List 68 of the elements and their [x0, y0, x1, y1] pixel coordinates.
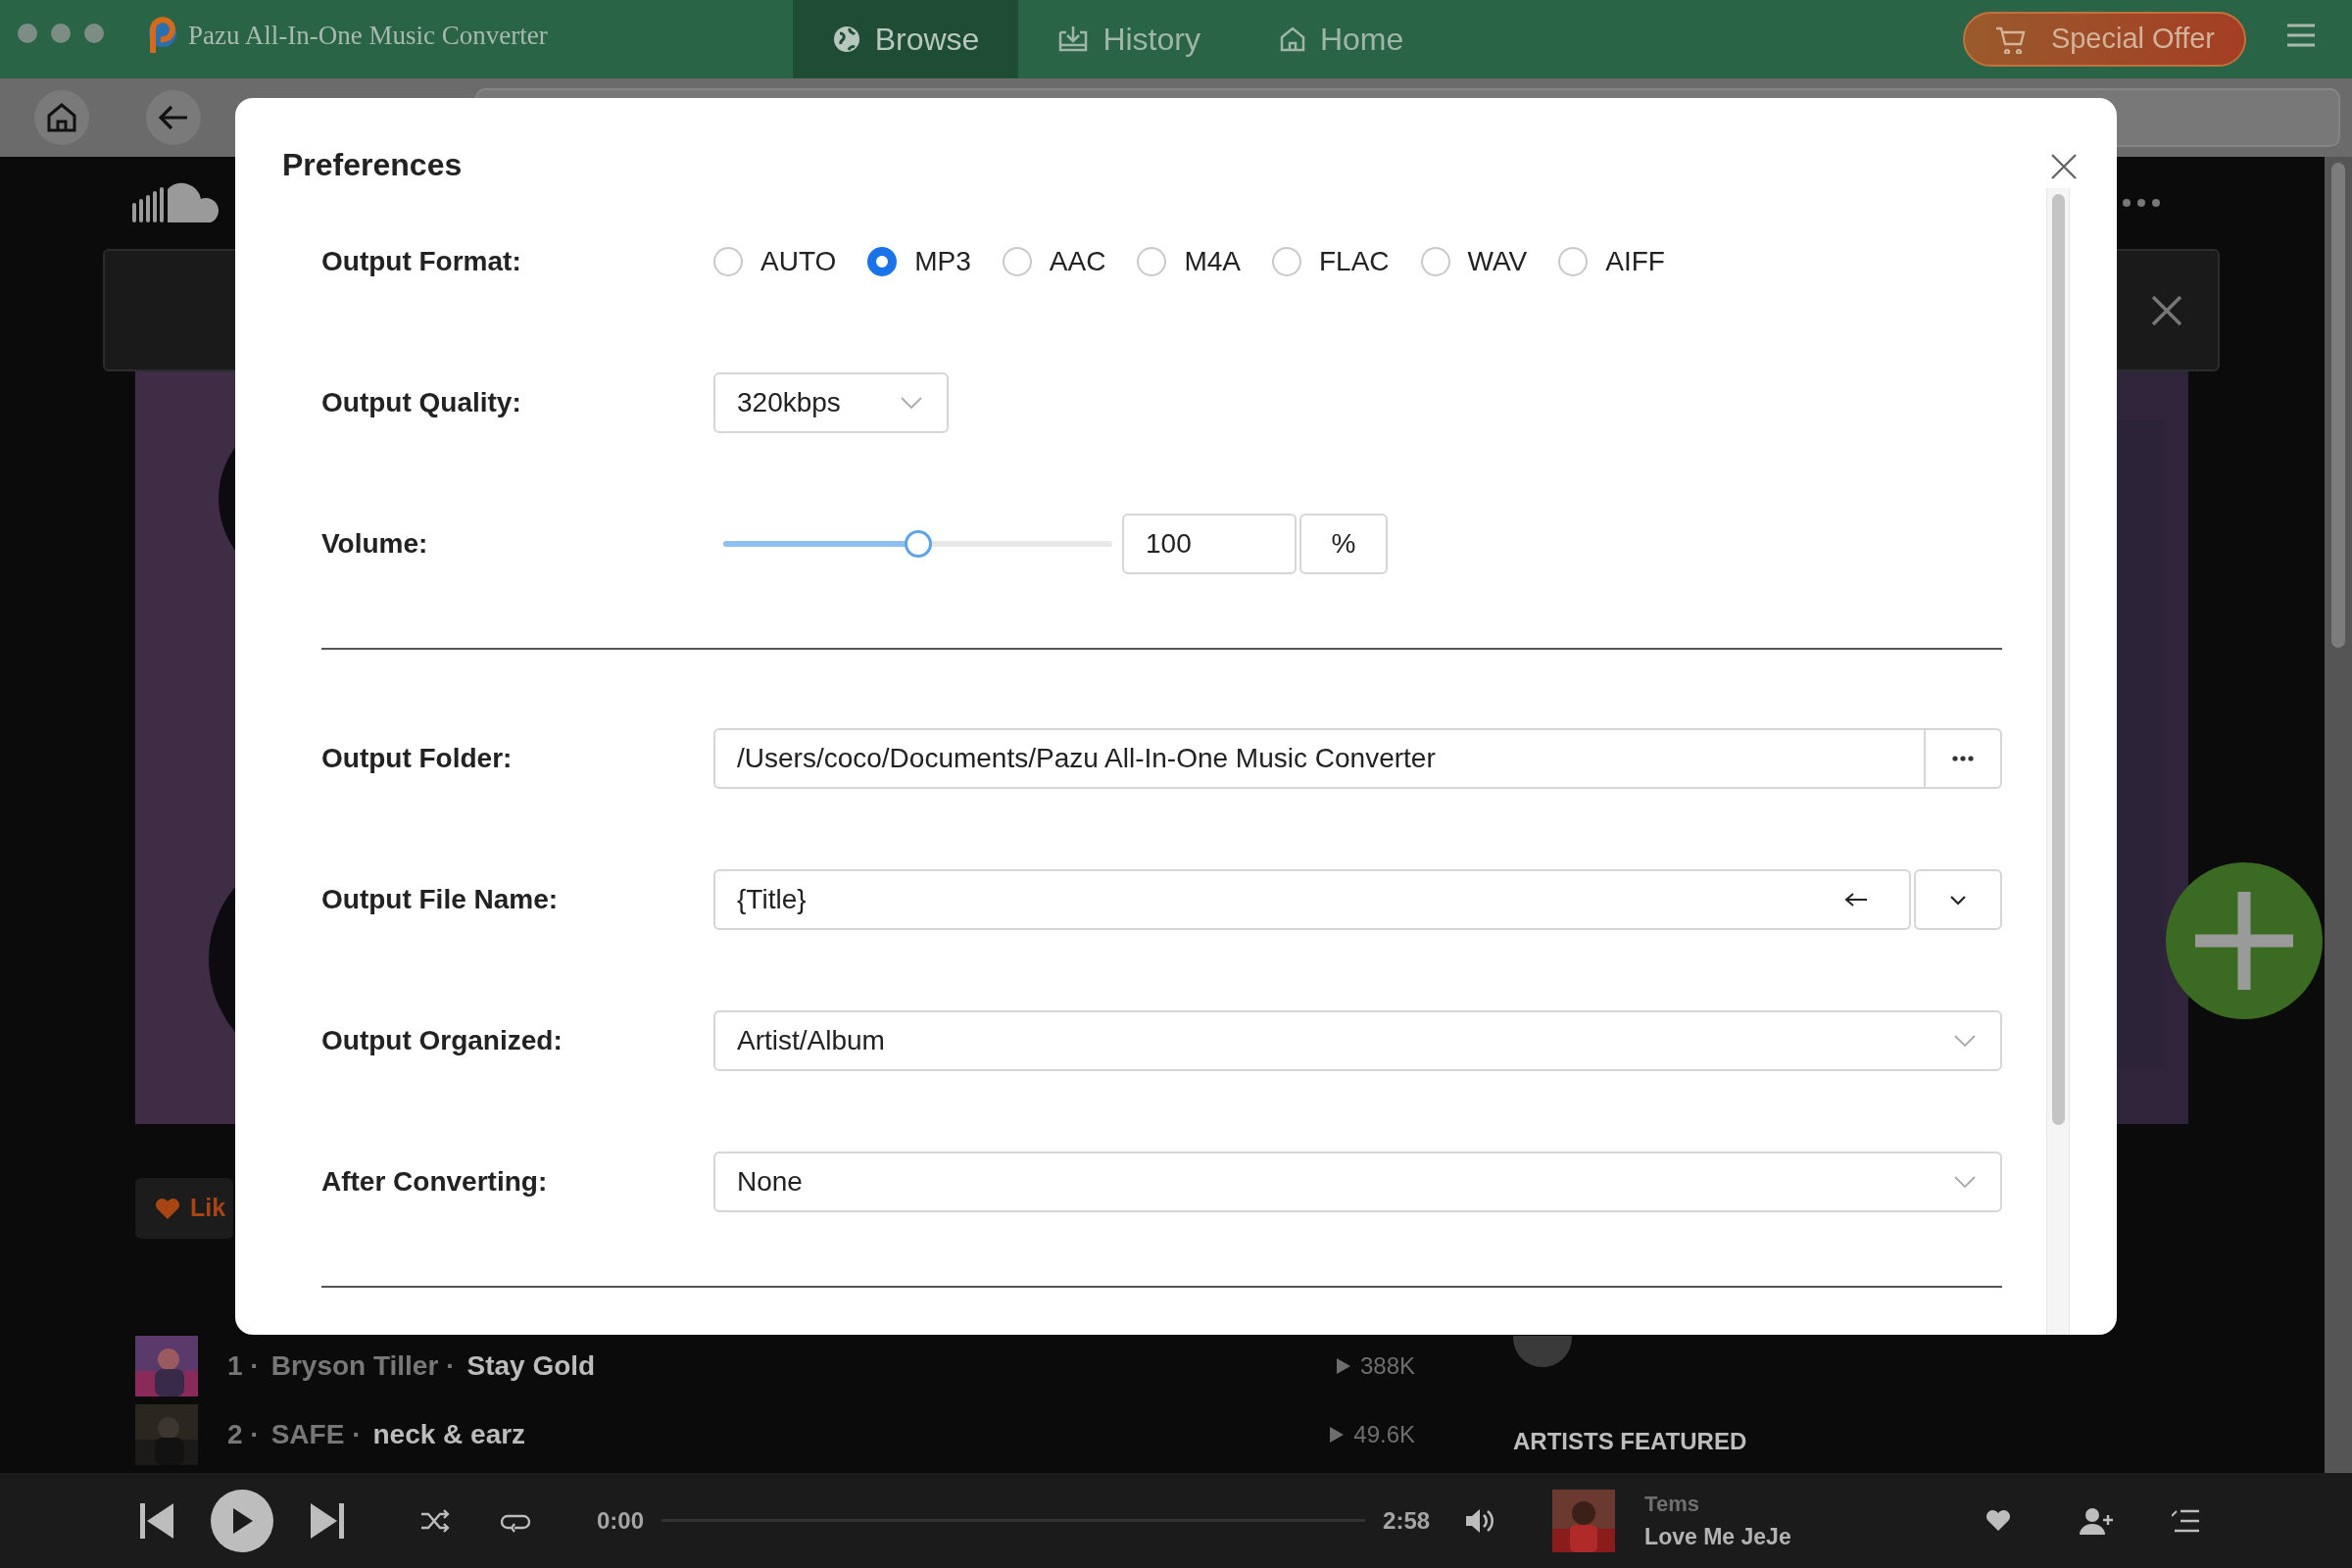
menu-icon[interactable]	[2285, 23, 2317, 48]
field-label: Output Format:	[321, 245, 522, 278]
elapsed-time: 0:00	[597, 1505, 645, 1536]
field-label: After Converting:	[321, 1165, 549, 1199]
cart-icon	[1993, 24, 2028, 54]
home-icon	[1278, 25, 1306, 53]
track-title[interactable]: Stay Gold	[466, 1346, 596, 1387]
radio-option[interactable]: AUTO	[713, 241, 837, 282]
dropdown[interactable]: Artist/Album	[713, 1010, 2002, 1071]
chevron-icon	[1953, 1175, 1977, 1189]
radio-option[interactable]: M4A	[1137, 241, 1241, 282]
field-label: Output Organized:	[321, 1024, 564, 1057]
play-icon	[1330, 1427, 1345, 1443]
more-icon[interactable]	[2122, 198, 2161, 208]
track-artist: Bryson Tiller ·	[270, 1349, 456, 1383]
quality-dropdown[interactable]: 320kbps	[713, 372, 949, 433]
section-heading: ARTISTS FEATURED	[1513, 1427, 1748, 1456]
track-number: 1 ·	[227, 1349, 260, 1383]
unit-label: %	[1299, 514, 1388, 574]
queue-icon[interactable]	[2172, 1507, 2200, 1534]
chevron-icon	[1949, 894, 1967, 906]
backspace-arrow-icon[interactable]	[1844, 892, 1868, 907]
app-title: Pazu All-In-One Music Converter	[188, 19, 548, 52]
shuffle-icon[interactable]	[420, 1508, 450, 1533]
field-label: Volume:	[321, 527, 429, 561]
track-title[interactable]: neck & earz	[372, 1414, 526, 1455]
scrollbar[interactable]	[2325, 157, 2352, 1473]
previous-icon[interactable]	[140, 1502, 173, 1539]
dropdown[interactable]: None	[713, 1152, 2002, 1212]
heart-icon[interactable]	[1985, 1509, 2012, 1532]
radio-option[interactable]: WAV	[1420, 241, 1528, 282]
song-title: Love Me JeJe	[1644, 1522, 1792, 1551]
chevron-icon	[1953, 1034, 1977, 1048]
file-name-field[interactable]: {Title}	[713, 869, 1911, 930]
download-icon	[1057, 24, 1090, 54]
volume-slider[interactable]	[723, 530, 1112, 558]
radio-option[interactable]: MP3	[867, 241, 971, 282]
play-icon	[231, 1507, 253, 1534]
nav-tab[interactable]: Browse	[792, 0, 1019, 78]
radio-option[interactable]: AAC	[1002, 241, 1106, 282]
field-label: Output Quality:	[321, 386, 522, 419]
heart-icon	[155, 1197, 180, 1220]
track-artist: SAFE ·	[270, 1418, 362, 1451]
play-count: 49.6K	[1353, 1420, 1415, 1449]
play-count: 388K	[1359, 1351, 1415, 1381]
close-icon[interactable]	[2150, 293, 2183, 327]
back-arrow-icon	[158, 104, 189, 131]
play-icon	[1336, 1358, 1350, 1374]
home-icon	[46, 102, 77, 133]
artist-avatar	[1513, 1336, 1572, 1367]
track-number: 2 ·	[227, 1418, 260, 1451]
radio-option[interactable]: FLAC	[1272, 241, 1390, 282]
chevron-icon	[900, 396, 923, 410]
radio-option[interactable]: AIFF	[1558, 241, 1665, 282]
close-icon[interactable]	[2050, 153, 2078, 180]
field-label: Output File Name:	[321, 883, 560, 916]
volume-input[interactable]: 100	[1122, 514, 1297, 574]
add-user-icon[interactable]	[2080, 1506, 2114, 1535]
volume-icon[interactable]	[1464, 1506, 1494, 1535]
field-label: Output Folder:	[321, 742, 514, 775]
scrollbar[interactable]	[2046, 188, 2070, 1335]
dialog-title: Preferences	[282, 146, 463, 184]
folder-field[interactable]: /Users/coco/Documents/Pazu All-In-One Music Converter	[713, 728, 1926, 789]
globe-icon	[831, 24, 861, 54]
more-icon	[1952, 756, 1974, 761]
duration: 2:58	[1383, 1505, 1431, 1536]
next-icon[interactable]	[311, 1502, 344, 1539]
artist-name: Tems	[1644, 1490, 1700, 1518]
